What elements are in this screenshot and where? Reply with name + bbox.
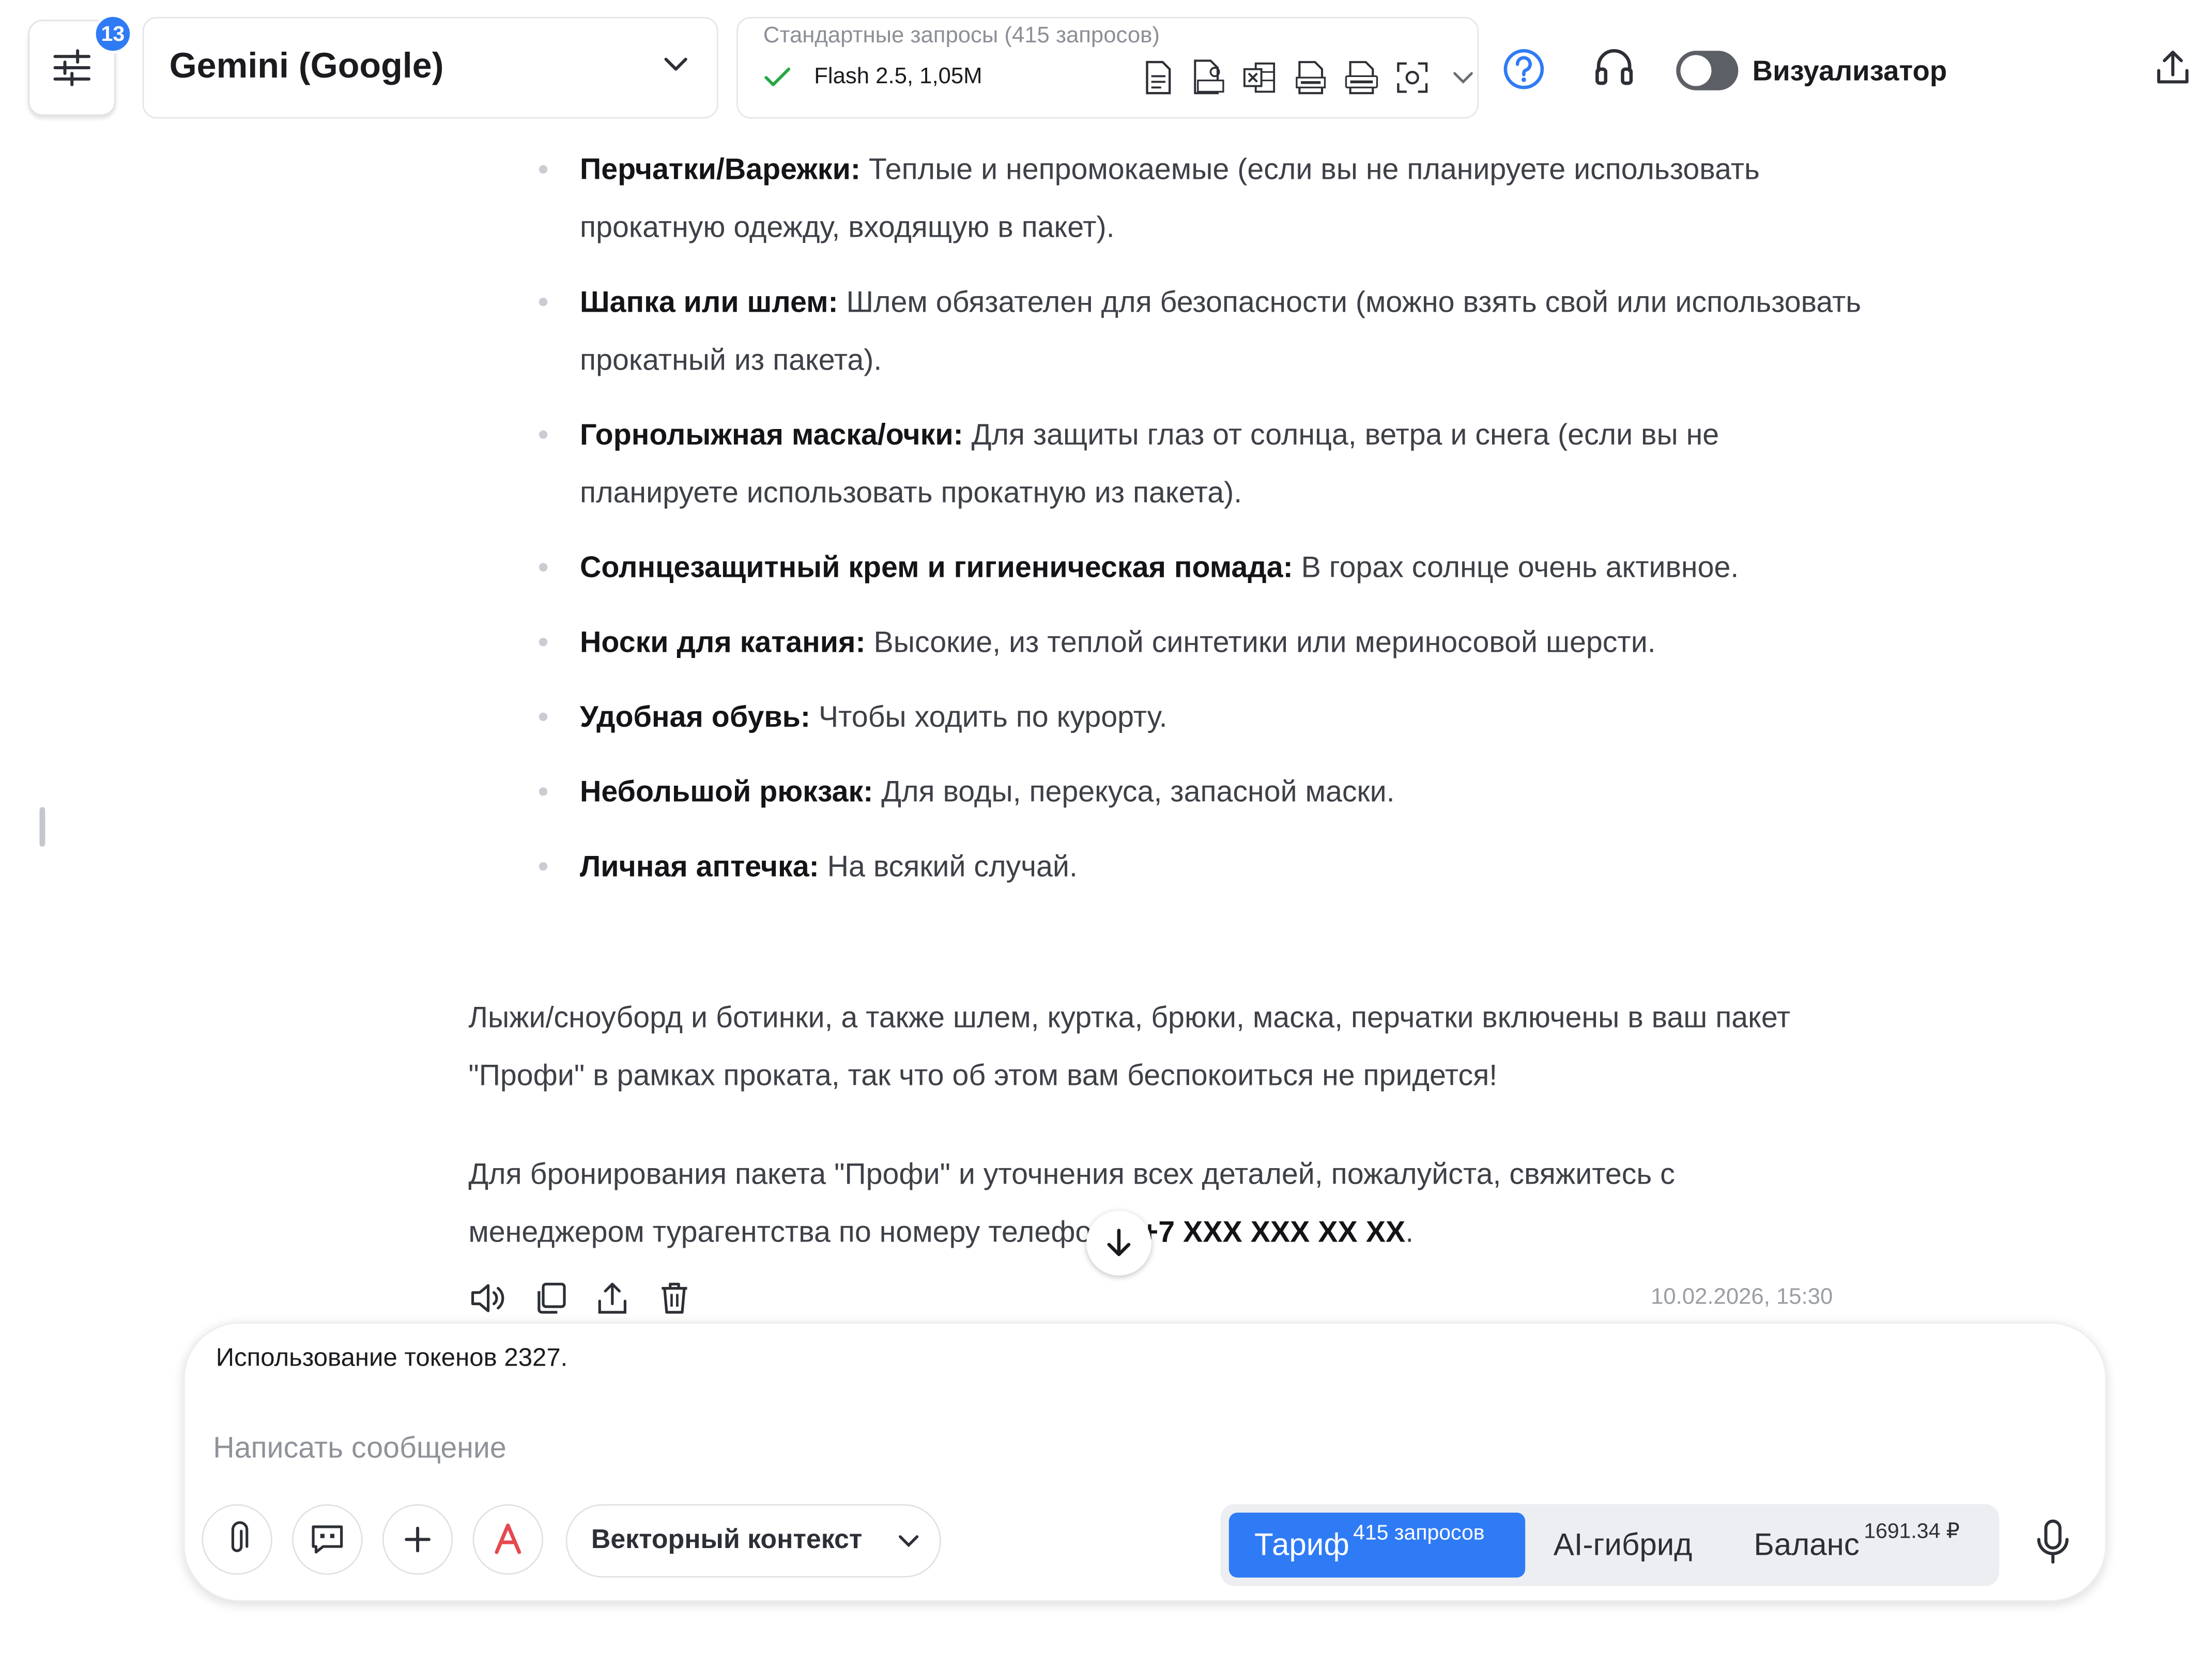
copy-icon[interactable] <box>530 1278 570 1318</box>
speaker-icon[interactable] <box>468 1278 508 1318</box>
docx-icon[interactable] <box>1342 58 1381 97</box>
export-format-icons <box>1139 58 1483 97</box>
tariff-label: Тариф <box>1254 1526 1349 1563</box>
list-item-term: Носки для катания: <box>580 626 866 659</box>
list-item-text: На всякий случай. <box>819 851 1078 883</box>
sidebar-resize-handle[interactable] <box>39 807 45 847</box>
check-icon <box>764 67 791 86</box>
list-item-text: В горах солнце очень активное. <box>1293 552 1739 585</box>
message-paragraph-contact: Для бронирования пакета "Профи" и уточне… <box>468 1146 1851 1262</box>
spellcheck-button[interactable] <box>472 1504 544 1575</box>
paperclip-icon <box>231 1521 249 1552</box>
list-item-term: Шапка или шлем: <box>580 286 838 319</box>
chevron-down-icon <box>664 57 687 71</box>
plus-icon <box>405 1526 431 1553</box>
sliders-icon <box>53 49 90 86</box>
message-paragraph: Лыжи/сноуборд и ботинки, а также шлем, к… <box>468 1002 1791 1093</box>
list-item-text: Чтобы ходить по курорту. <box>810 701 1168 734</box>
top-bar: 13 Gemini (Google) Стандартные запросы (… <box>0 0 2209 141</box>
contact-text: Для бронирования пакета "Профи" и уточне… <box>468 1158 1675 1249</box>
mode-switch: Тариф 415 запросов AI-гибрид Баланс 1691… <box>1220 1504 2000 1586</box>
add-button[interactable] <box>382 1504 453 1575</box>
list-item-text: Высокие, из теплой синтетики или меринос… <box>865 626 1656 659</box>
list-item: Шапка или шлем: Шлем обязателен для безо… <box>536 274 1862 390</box>
phone-number: +7 XXX XXX XX XX <box>1141 1216 1406 1249</box>
message-input[interactable] <box>213 1425 1483 1474</box>
list-item-term: Небольшой рюкзак: <box>580 776 873 809</box>
chevron-down-icon <box>899 1535 919 1548</box>
list-item: Солнцезащитный крем и гигиеническая пома… <box>536 539 1862 597</box>
list-item-term: Личная аптечка: <box>580 851 819 883</box>
share-icon[interactable] <box>2153 48 2192 87</box>
list-item-term: Горнолыжная маска/очки: <box>580 419 963 452</box>
list-item: Небольшой рюкзак: Для воды, перекуса, за… <box>536 763 1862 821</box>
tariff-tab[interactable]: Тариф 415 запросов <box>1228 1512 1526 1578</box>
visualizer-label: Визуализатор <box>1752 56 1947 88</box>
attach-button[interactable] <box>202 1504 272 1575</box>
model-select[interactable]: Gemini (Google) <box>142 17 718 119</box>
excel-icon[interactable] <box>1240 58 1280 97</box>
vector-context-label: Векторный контекст <box>591 1525 863 1555</box>
balance-amount: 1691.34 ₽ <box>1864 1520 1960 1544</box>
list-item: Носки для катания: Высокие, из теплой си… <box>536 614 1862 672</box>
notification-badge: 13 <box>93 14 133 54</box>
spellcheck-icon <box>495 1523 521 1554</box>
message-timestamp: 10.02.2026, 15:30 <box>1651 1285 1833 1310</box>
chevron-down-icon[interactable] <box>1443 58 1483 97</box>
list-item: Перчатки/Варежки: Теплые и непромокаемые… <box>536 141 1862 257</box>
txt-icon[interactable] <box>1291 58 1330 97</box>
list-item-term: Перчатки/Варежки: <box>580 154 861 187</box>
list-item: Личная аптечка: На всякий случай. <box>536 838 1862 896</box>
list-item: Горнолыжная маска/очки: Для защиты глаз … <box>536 406 1862 522</box>
message-actions <box>468 1278 694 1318</box>
prompt-button[interactable] <box>292 1504 363 1575</box>
requests-model: Flash 2.5, 1,05M <box>814 65 982 89</box>
visualizer-toggle-knob <box>1680 55 1712 86</box>
visualizer-toggle[interactable] <box>1676 51 1739 90</box>
list-item-term: Удобная обувь: <box>580 701 810 734</box>
scan-icon[interactable] <box>1393 58 1432 97</box>
chat-screen: 13 Gemini (Google) Стандартные запросы (… <box>0 0 2209 1654</box>
share-icon[interactable] <box>593 1278 632 1318</box>
token-usage: Использование токенов 2327. <box>216 1343 568 1372</box>
trash-icon[interactable] <box>655 1278 694 1318</box>
requests-panel[interactable]: Стандартные запросы (415 запросов) Flash… <box>736 17 1479 119</box>
list-item-term: Солнцезащитный крем и гигиеническая пома… <box>580 552 1293 585</box>
balance-tab[interactable]: Баланс <box>1754 1527 1859 1564</box>
headset-icon[interactable] <box>1591 45 1636 90</box>
help-icon[interactable] <box>1501 47 1546 91</box>
list-item-text: Для воды, перекуса, запасной маски. <box>873 776 1395 809</box>
pdf-icon[interactable] <box>1189 58 1228 97</box>
model-select-label: Gemini (Google) <box>169 47 444 86</box>
packing-list: Перчатки/Варежки: Теплые и непромокаемые… <box>536 141 1862 896</box>
contact-text-end: . <box>1405 1216 1414 1249</box>
microphone-icon[interactable] <box>2033 1518 2072 1566</box>
doc-icon[interactable] <box>1139 58 1178 97</box>
tariff-requests: 415 запросов <box>1353 1521 1485 1545</box>
arrow-down-icon <box>1107 1229 1131 1257</box>
list-item: Удобная обувь: Чтобы ходить по курорту. <box>536 688 1862 746</box>
vector-context-select[interactable]: Векторный контекст <box>565 1504 941 1578</box>
message-composer: Использование токенов 2327. Векторный ко… <box>183 1322 2107 1602</box>
requests-title: Стандартные запросы (415 запросов) <box>763 24 1160 48</box>
scroll-to-bottom-button[interactable] <box>1086 1211 1151 1276</box>
ai-hybrid-tab[interactable]: AI-гибрид <box>1554 1527 1693 1564</box>
prompt-icon <box>312 1525 343 1554</box>
